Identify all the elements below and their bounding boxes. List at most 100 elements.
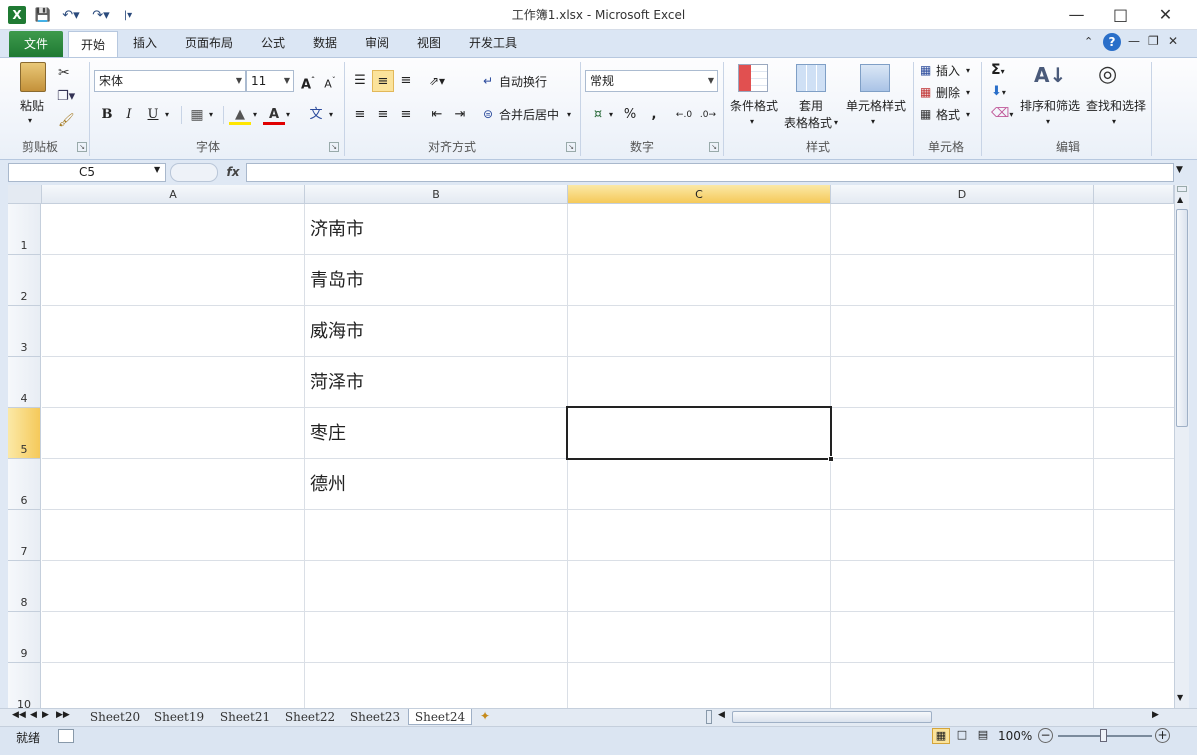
merge-center-icon[interactable]: ⊜ bbox=[483, 107, 493, 121]
cell-B4[interactable]: 菏泽市 bbox=[305, 357, 567, 408]
cell-B5[interactable]: 枣庄 bbox=[305, 408, 567, 459]
alignment-launcher-icon[interactable]: ↘ bbox=[566, 142, 576, 152]
cell-B1[interactable]: 济南市 bbox=[305, 204, 567, 255]
conditional-format-icon[interactable] bbox=[738, 64, 768, 92]
font-size-select[interactable]: 11 ▼ bbox=[246, 70, 294, 92]
next-sheet-icon[interactable]: ▶ bbox=[42, 710, 49, 720]
name-box-dropdown-icon[interactable]: ▼ bbox=[154, 165, 160, 174]
cell-B3[interactable]: 威海市 bbox=[305, 306, 567, 357]
sort-filter-icon[interactable]: A↓ bbox=[1034, 63, 1066, 87]
cell-B6[interactable]: 德州 bbox=[305, 459, 567, 510]
find-dropdown-icon[interactable]: ▾ bbox=[1112, 117, 1116, 126]
border-dropdown-icon[interactable]: ▾ bbox=[209, 110, 213, 119]
minimize-button[interactable]: — bbox=[1054, 0, 1099, 30]
horizontal-scroll-thumb[interactable] bbox=[732, 711, 932, 723]
active-cell-C5[interactable] bbox=[566, 406, 832, 460]
format-as-table-icon[interactable] bbox=[796, 64, 826, 92]
merge-center-button[interactable]: 合并后居中 bbox=[499, 106, 565, 122]
increase-decimal-icon[interactable]: ←.0 bbox=[673, 104, 695, 126]
close-button[interactable]: ✕ bbox=[1143, 0, 1188, 30]
workbook-close-icon[interactable]: ✕ bbox=[1168, 34, 1178, 48]
wrap-text-icon[interactable]: ↵ bbox=[483, 74, 493, 88]
row-header-4[interactable]: 4 bbox=[8, 357, 41, 408]
underline-button[interactable]: U bbox=[142, 104, 164, 126]
wrap-text-button[interactable]: 自动换行 bbox=[499, 73, 555, 89]
align-bottom-icon[interactable]: ≡ bbox=[395, 70, 417, 92]
row-header-2[interactable]: 2 bbox=[8, 255, 41, 306]
currency-dropdown-icon[interactable]: ▾ bbox=[609, 110, 613, 119]
column-header-E[interactable] bbox=[1094, 185, 1174, 204]
sheet-tab-sheet23[interactable]: Sheet23 bbox=[346, 709, 404, 725]
format-as-table-label[interactable]: 表格格式 bbox=[780, 114, 836, 130]
phonetic-dropdown-icon[interactable]: ▾ bbox=[329, 110, 333, 119]
shrink-font-button[interactable]: Aˇ bbox=[319, 70, 341, 92]
sheet-tab-sheet24[interactable]: Sheet24 bbox=[408, 709, 472, 725]
format-cells-button[interactable]: 格式 bbox=[936, 106, 964, 122]
tab-data[interactable]: 数据 bbox=[304, 30, 346, 57]
orientation-icon[interactable]: ⇗▾ bbox=[426, 70, 448, 92]
insert-dropdown-icon[interactable]: ▾ bbox=[966, 66, 970, 75]
worksheet-grid[interactable]: A B C D 1 2 3 4 5 6 7 8 9 10 济南市 青岛市 威海市… bbox=[8, 185, 1174, 708]
currency-icon[interactable]: ¤ bbox=[587, 104, 609, 126]
copy-icon[interactable]: ❐▾ bbox=[57, 89, 75, 104]
zoom-slider-thumb[interactable] bbox=[1100, 729, 1107, 742]
row-header-5[interactable]: 5 bbox=[8, 408, 41, 459]
clipboard-launcher-icon[interactable]: ↘ bbox=[77, 142, 87, 152]
tab-insert[interactable]: 插入 bbox=[124, 30, 166, 57]
insert-cells-icon[interactable]: ▦ bbox=[920, 63, 931, 77]
column-header-B[interactable]: B bbox=[305, 185, 568, 204]
row-header-10[interactable]: 10 bbox=[8, 663, 41, 708]
conditional-format-dropdown-icon[interactable]: ▾ bbox=[750, 117, 754, 126]
format-dropdown-icon[interactable]: ▾ bbox=[966, 110, 970, 119]
prev-sheet-icon[interactable]: ◀ bbox=[30, 710, 37, 720]
insert-cells-button[interactable]: 插入 bbox=[936, 62, 964, 78]
align-left-icon[interactable]: ≡ bbox=[349, 104, 371, 126]
fill-color-dropdown-icon[interactable]: ▾ bbox=[253, 110, 257, 119]
page-layout-view-icon[interactable]: □ bbox=[953, 728, 971, 744]
bold-button[interactable]: B bbox=[96, 104, 118, 126]
insert-sheet-icon[interactable]: ✦ bbox=[480, 709, 490, 723]
phonetic-icon[interactable]: 文 bbox=[305, 104, 327, 126]
scroll-thumb[interactable] bbox=[1176, 209, 1188, 427]
first-sheet-icon[interactable]: ◀◀ bbox=[12, 710, 26, 720]
formula-input[interactable] bbox=[246, 163, 1174, 182]
sheet-tab-sheet19[interactable]: Sheet19 bbox=[150, 709, 208, 725]
maximize-button[interactable]: □ bbox=[1098, 0, 1143, 30]
fill-handle[interactable] bbox=[828, 456, 834, 462]
sort-dropdown-icon[interactable]: ▾ bbox=[1046, 117, 1050, 126]
merge-dropdown-icon[interactable]: ▾ bbox=[567, 110, 571, 119]
name-box[interactable]: C5 bbox=[8, 163, 166, 182]
row-header-6[interactable]: 6 bbox=[8, 459, 41, 510]
border-icon[interactable]: ▦ bbox=[186, 104, 208, 126]
minimize-ribbon-icon[interactable]: ⌃ bbox=[1084, 35, 1093, 48]
vertical-scrollbar[interactable]: ▲ ▼ bbox=[1174, 185, 1189, 708]
decrease-decimal-icon[interactable]: .0→ bbox=[697, 104, 719, 126]
workbook-minimize-icon[interactable]: — bbox=[1128, 34, 1140, 48]
paste-button[interactable]: 粘贴 bbox=[14, 97, 50, 113]
insert-function-button[interactable]: fx bbox=[222, 163, 244, 182]
underline-dropdown-icon[interactable]: ▾ bbox=[165, 110, 169, 119]
scroll-down-icon[interactable]: ▼ bbox=[1177, 693, 1183, 702]
macro-record-icon[interactable] bbox=[58, 729, 74, 743]
row-header-8[interactable]: 8 bbox=[8, 561, 41, 612]
format-painter-icon[interactable]: 🖌 bbox=[58, 113, 75, 128]
paste-icon[interactable] bbox=[20, 62, 46, 92]
find-select-icon[interactable]: ◎ bbox=[1098, 62, 1117, 87]
find-select-button[interactable]: 查找和选择 bbox=[1083, 97, 1149, 113]
font-color-icon[interactable]: A bbox=[263, 104, 285, 125]
format-cells-icon[interactable]: ▦ bbox=[920, 107, 931, 121]
zoom-out-icon[interactable]: − bbox=[1038, 728, 1053, 743]
zoom-in-icon[interactable]: + bbox=[1155, 728, 1170, 743]
workbook-restore-icon[interactable]: ❐ bbox=[1148, 34, 1159, 48]
zoom-level[interactable]: 100% bbox=[998, 729, 1032, 743]
tab-page-layout[interactable]: 页面布局 bbox=[176, 30, 242, 57]
font-name-select[interactable]: 宋体 ▼ bbox=[94, 70, 246, 92]
hscroll-right-icon[interactable]: ▶ bbox=[1152, 710, 1159, 720]
tab-home[interactable]: 开始 bbox=[68, 31, 118, 58]
grow-font-button[interactable]: Aˆ bbox=[297, 70, 319, 92]
number-format-select[interactable]: 常规 ▼ bbox=[585, 70, 718, 92]
formula-bar-expander[interactable] bbox=[170, 163, 218, 182]
scroll-up-icon[interactable]: ▲ bbox=[1177, 195, 1183, 204]
cell-styles-button[interactable]: 单元格样式 bbox=[843, 97, 909, 113]
comma-button[interactable]: , bbox=[643, 104, 665, 126]
